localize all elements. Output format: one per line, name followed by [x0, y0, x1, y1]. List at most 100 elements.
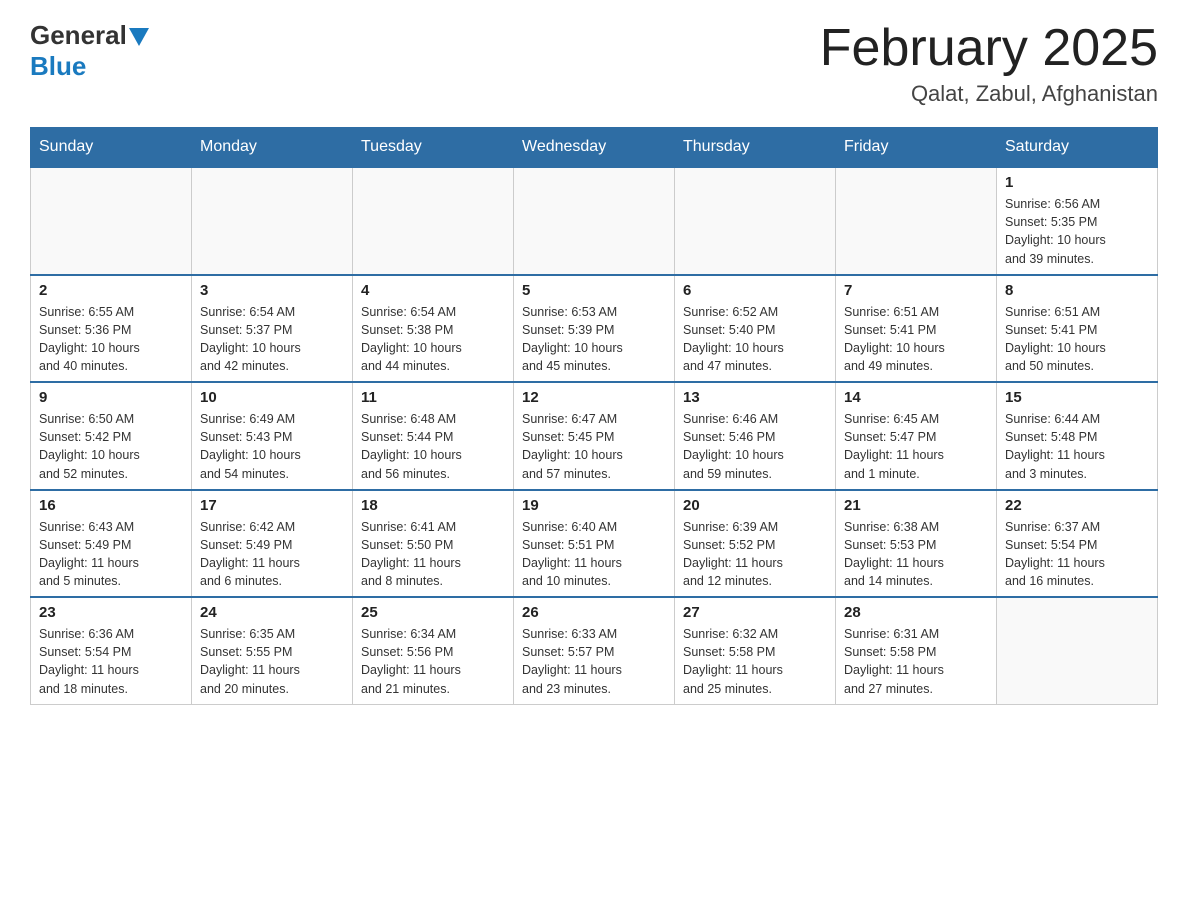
day-number: 6 — [683, 282, 827, 299]
day-info: Sunrise: 6:31 AM Sunset: 5:58 PM Dayligh… — [844, 625, 988, 698]
calendar-cell: 1 Sunrise: 6:56 AM Sunset: 5:35 PM Daylig… — [997, 167, 1158, 275]
day-info: Sunrise: 6:34 AM Sunset: 5:56 PM Dayligh… — [361, 625, 505, 698]
calendar-cell: 10 Sunrise: 6:49 AM Sunset: 5:43 PM Dayli… — [192, 382, 353, 490]
calendar-week-row: 23 Sunrise: 6:36 AM Sunset: 5:54 PM Dayli… — [31, 597, 1158, 704]
calendar-week-row: 1 Sunrise: 6:56 AM Sunset: 5:35 PM Daylig… — [31, 167, 1158, 275]
day-number: 24 — [200, 604, 344, 621]
day-info: Sunrise: 6:43 AM Sunset: 5:49 PM Dayligh… — [39, 518, 183, 591]
calendar-cell: 2 Sunrise: 6:55 AM Sunset: 5:36 PM Daylig… — [31, 275, 192, 383]
calendar-cell: 17Sunrise: 6:42 AM Sunset: 5:49 PM Dayli… — [192, 490, 353, 598]
calendar-cell — [997, 597, 1158, 704]
calendar-cell: 19 Sunrise: 6:40 AM Sunset: 5:51 PM Dayli… — [514, 490, 675, 598]
day-number: 8 — [1005, 282, 1149, 299]
day-info: Sunrise: 6:55 AM Sunset: 5:36 PM Dayligh… — [39, 303, 183, 376]
day-number: 11 — [361, 389, 505, 406]
day-info: Sunrise: 6:39 AM Sunset: 5:52 PM Dayligh… — [683, 518, 827, 591]
day-info: Sunrise: 6:35 AM Sunset: 5:55 PM Dayligh… — [200, 625, 344, 698]
day-info: Sunrise: 6:48 AM Sunset: 5:44 PM Dayligh… — [361, 410, 505, 483]
day-info: Sunrise: 6:54 AM Sunset: 5:37 PM Dayligh… — [200, 303, 344, 376]
calendar-cell: 12 Sunrise: 6:47 AM Sunset: 5:45 PM Dayli… — [514, 382, 675, 490]
day-number: 7 — [844, 282, 988, 299]
calendar-week-row: 2 Sunrise: 6:55 AM Sunset: 5:36 PM Daylig… — [31, 275, 1158, 383]
day-number: 17 — [200, 497, 344, 514]
calendar-cell: 9 Sunrise: 6:50 AM Sunset: 5:42 PM Daylig… — [31, 382, 192, 490]
logo-general-text: General — [30, 20, 127, 51]
logo-triangle-icon — [129, 28, 149, 48]
day-number: 12 — [522, 389, 666, 406]
day-info: Sunrise: 6:41 AM Sunset: 5:50 PM Dayligh… — [361, 518, 505, 591]
day-number: 22 — [1005, 497, 1149, 514]
calendar-cell: 26 Sunrise: 6:33 AM Sunset: 5:57 PM Dayli… — [514, 597, 675, 704]
day-info: Sunrise: 6:47 AM Sunset: 5:45 PM Dayligh… — [522, 410, 666, 483]
location-title: Qalat, Zabul, Afghanistan — [820, 81, 1158, 107]
day-info: Sunrise: 6:37 AM Sunset: 5:54 PM Dayligh… — [1005, 518, 1149, 591]
day-number: 20 — [683, 497, 827, 514]
calendar-cell: 6 Sunrise: 6:52 AM Sunset: 5:40 PM Daylig… — [675, 275, 836, 383]
calendar-cell: 24 Sunrise: 6:35 AM Sunset: 5:55 PM Dayli… — [192, 597, 353, 704]
day-info: Sunrise: 6:51 AM Sunset: 5:41 PM Dayligh… — [1005, 303, 1149, 376]
day-info: Sunrise: 6:46 AM Sunset: 5:46 PM Dayligh… — [683, 410, 827, 483]
calendar-cell: 11 Sunrise: 6:48 AM Sunset: 5:44 PM Dayli… — [353, 382, 514, 490]
calendar-header-saturday: Saturday — [997, 128, 1158, 168]
calendar-cell: 28 Sunrise: 6:31 AM Sunset: 5:58 PM Dayli… — [836, 597, 997, 704]
calendar-header-sunday: Sunday — [31, 128, 192, 168]
day-info: Sunrise: 6:49 AM Sunset: 5:43 PM Dayligh… — [200, 410, 344, 483]
day-info: Sunrise: 6:36 AM Sunset: 5:54 PM Dayligh… — [39, 625, 183, 698]
day-number: 19 — [522, 497, 666, 514]
calendar-cell: 3 Sunrise: 6:54 AM Sunset: 5:37 PM Daylig… — [192, 275, 353, 383]
day-number: 4 — [361, 282, 505, 299]
calendar-header-thursday: Thursday — [675, 128, 836, 168]
calendar-cell — [353, 167, 514, 275]
title-area: February 2025 Qalat, Zabul, Afghanistan — [820, 20, 1158, 107]
calendar-week-row: 16 Sunrise: 6:43 AM Sunset: 5:49 PM Dayli… — [31, 490, 1158, 598]
calendar-header-monday: Monday — [192, 128, 353, 168]
day-number: 15 — [1005, 389, 1149, 406]
calendar-cell: 5Sunrise: 6:53 AM Sunset: 5:39 PM Daylig… — [514, 275, 675, 383]
day-number: 9 — [39, 389, 183, 406]
calendar-cell: 8 Sunrise: 6:51 AM Sunset: 5:41 PM Daylig… — [997, 275, 1158, 383]
calendar-header-tuesday: Tuesday — [353, 128, 514, 168]
calendar-cell: 7 Sunrise: 6:51 AM Sunset: 5:41 PM Daylig… — [836, 275, 997, 383]
calendar-cell — [31, 167, 192, 275]
day-number: 21 — [844, 497, 988, 514]
day-number: 28 — [844, 604, 988, 621]
calendar-cell: 15 Sunrise: 6:44 AM Sunset: 5:48 PM Dayli… — [997, 382, 1158, 490]
day-info: Sunrise: 6:45 AM Sunset: 5:47 PM Dayligh… — [844, 410, 988, 483]
day-info: Sunrise: 6:38 AM Sunset: 5:53 PM Dayligh… — [844, 518, 988, 591]
calendar-cell: 16 Sunrise: 6:43 AM Sunset: 5:49 PM Dayli… — [31, 490, 192, 598]
day-info: Sunrise: 6:33 AM Sunset: 5:57 PM Dayligh… — [522, 625, 666, 698]
day-info: Sunrise: 6:44 AM Sunset: 5:48 PM Dayligh… — [1005, 410, 1149, 483]
day-number: 23 — [39, 604, 183, 621]
calendar-cell: 21 Sunrise: 6:38 AM Sunset: 5:53 PM Dayli… — [836, 490, 997, 598]
day-number: 10 — [200, 389, 344, 406]
day-number: 18 — [361, 497, 505, 514]
day-number: 27 — [683, 604, 827, 621]
calendar-header-friday: Friday — [836, 128, 997, 168]
day-number: 26 — [522, 604, 666, 621]
calendar-table: SundayMondayTuesdayWednesdayThursdayFrid… — [30, 127, 1158, 705]
calendar-cell — [192, 167, 353, 275]
day-info: Sunrise: 6:50 AM Sunset: 5:42 PM Dayligh… — [39, 410, 183, 483]
calendar-cell: 20 Sunrise: 6:39 AM Sunset: 5:52 PM Dayli… — [675, 490, 836, 598]
day-info: Sunrise: 6:40 AM Sunset: 5:51 PM Dayligh… — [522, 518, 666, 591]
day-number: 5 — [522, 282, 666, 299]
calendar-header-wednesday: Wednesday — [514, 128, 675, 168]
calendar-cell: 23 Sunrise: 6:36 AM Sunset: 5:54 PM Dayli… — [31, 597, 192, 704]
day-info: Sunrise: 6:52 AM Sunset: 5:40 PM Dayligh… — [683, 303, 827, 376]
day-number: 3 — [200, 282, 344, 299]
calendar-cell: 18 Sunrise: 6:41 AM Sunset: 5:50 PM Dayli… — [353, 490, 514, 598]
day-info: Sunrise: 6:32 AM Sunset: 5:58 PM Dayligh… — [683, 625, 827, 698]
calendar-cell: 4 Sunrise: 6:54 AM Sunset: 5:38 PM Daylig… — [353, 275, 514, 383]
calendar-cell: 22 Sunrise: 6:37 AM Sunset: 5:54 PM Dayli… — [997, 490, 1158, 598]
day-number: 13 — [683, 389, 827, 406]
day-info: Sunrise: 6:54 AM Sunset: 5:38 PM Dayligh… — [361, 303, 505, 376]
day-info: Sunrise: 6:51 AM Sunset: 5:41 PM Dayligh… — [844, 303, 988, 376]
page-header: General Blue February 2025 Qalat, Zabul,… — [30, 20, 1158, 107]
calendar-cell: 25 Sunrise: 6:34 AM Sunset: 5:56 PM Dayli… — [353, 597, 514, 704]
calendar-cell: 27 Sunrise: 6:32 AM Sunset: 5:58 PM Dayli… — [675, 597, 836, 704]
day-info: Sunrise: 6:56 AM Sunset: 5:35 PM Dayligh… — [1005, 195, 1149, 268]
day-number: 1 — [1005, 174, 1149, 191]
day-number: 16 — [39, 497, 183, 514]
day-number: 2 — [39, 282, 183, 299]
day-number: 25 — [361, 604, 505, 621]
